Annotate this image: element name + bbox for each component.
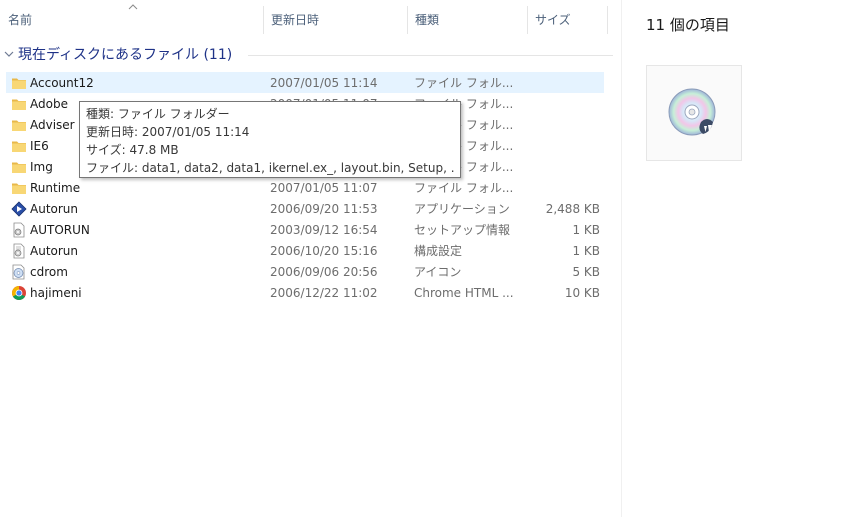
- file-date: 2003/09/12 16:54: [270, 222, 378, 237]
- file-name: Adobe: [30, 96, 68, 111]
- group-divider: [248, 55, 613, 56]
- info-tooltip: 種類: ファイル フォルダー 更新日時: 2007/01/05 11:14 サイ…: [79, 101, 461, 178]
- file-name: IE6: [30, 138, 49, 153]
- file-type: Chrome HTML ...: [414, 285, 514, 300]
- file-date: 2006/09/20 11:53: [270, 201, 378, 216]
- tooltip-files: ファイル: data1, data2, data1, ikernel.ex_, …: [86, 161, 454, 175]
- file-size: 10 KB: [564, 285, 600, 300]
- file-row[interactable]: hajimeni 2006/12/22 11:02 Chrome HTML ... 1…: [6, 282, 604, 303]
- file-row[interactable]: AUTORUN 2003/09/12 16:54 セットアップ情報 1 KB: [6, 219, 604, 240]
- folder-icon: [12, 141, 26, 152]
- config-icon: [13, 243, 25, 259]
- tooltip-size: サイズ: 47.8 MB: [86, 143, 179, 157]
- file-date: 2007/01/05 11:07: [270, 180, 378, 195]
- file-name: Autorun: [30, 201, 79, 216]
- chevron-down-icon[interactable]: [2, 47, 16, 61]
- folder-icon: [12, 183, 26, 194]
- file-list-pane: 名前 更新日時 種類 サイズ 現在ディスクにあるファイル (11) Accoun…: [0, 0, 620, 517]
- group-label: 現在ディスクにあるファイル (11): [18, 47, 233, 63]
- tooltip-type: 種類: ファイル フォルダー: [86, 107, 230, 121]
- group-header[interactable]: 現在ディスクにあるファイル (11): [0, 44, 232, 64]
- file-name: Autorun: [30, 243, 79, 258]
- file-name: Adviser: [30, 117, 75, 132]
- app-icon: [11, 201, 27, 217]
- setup-info-icon: [13, 222, 25, 238]
- file-name: Account12: [30, 75, 94, 90]
- column-header-size[interactable]: サイズ: [527, 6, 607, 34]
- folder-icon: [12, 99, 26, 110]
- file-date: 2006/10/20 15:16: [270, 243, 378, 258]
- cd-drive-icon: [668, 88, 716, 136]
- file-row[interactable]: cdrom 2006/09/06 20:56 アイコン 5 KB: [6, 261, 604, 282]
- file-size: 1 KB: [572, 222, 600, 237]
- column-divider[interactable]: [607, 6, 608, 34]
- file-type: ファイル フォル...: [414, 76, 514, 90]
- file-row[interactable]: Runtime 2007/01/05 11:07 ファイル フォル...: [6, 177, 604, 198]
- column-header-type[interactable]: 種類: [407, 6, 527, 34]
- file-size: 5 KB: [572, 264, 600, 279]
- column-header-date[interactable]: 更新日時: [263, 6, 407, 34]
- file-row[interactable]: Account12 2007/01/05 11:14 ファイル フォル...: [6, 72, 604, 93]
- pane-separator[interactable]: [621, 0, 622, 517]
- file-date: 2006/12/22 11:02: [270, 285, 378, 300]
- file-size: 2,488 KB: [545, 201, 600, 216]
- file-date: 2007/01/05 11:14: [270, 75, 378, 90]
- preview-thumbnail: [646, 65, 742, 161]
- file-size: 1 KB: [572, 243, 600, 258]
- ico-file-icon: [12, 264, 25, 280]
- file-name: Img: [30, 159, 53, 174]
- tooltip-date: 更新日時: 2007/01/05 11:14: [86, 125, 250, 139]
- folder-icon: [12, 120, 26, 131]
- file-date: 2006/09/06 20:56: [270, 264, 378, 279]
- folder-icon: [12, 162, 26, 173]
- file-name: AUTORUN: [30, 222, 90, 237]
- file-type: アイコン: [414, 265, 462, 279]
- chrome-icon: [12, 286, 26, 300]
- file-type: 構成設定: [414, 244, 463, 258]
- folder-icon: [12, 78, 26, 89]
- file-row[interactable]: Autorun 2006/10/20 15:16 構成設定 1 KB: [6, 240, 604, 261]
- file-type: アプリケーション: [414, 202, 510, 216]
- file-name: cdrom: [30, 264, 68, 279]
- file-name: hajimeni: [30, 285, 82, 300]
- file-name: Runtime: [30, 180, 81, 195]
- column-header-name[interactable]: 名前: [0, 6, 263, 34]
- file-type: ファイル フォル...: [414, 181, 514, 195]
- file-type: セットアップ情報: [414, 223, 511, 237]
- details-item-count: 11 個の項目: [646, 16, 730, 34]
- file-row[interactable]: Autorun 2006/09/20 11:53 アプリケーション 2,488 KB: [6, 198, 604, 219]
